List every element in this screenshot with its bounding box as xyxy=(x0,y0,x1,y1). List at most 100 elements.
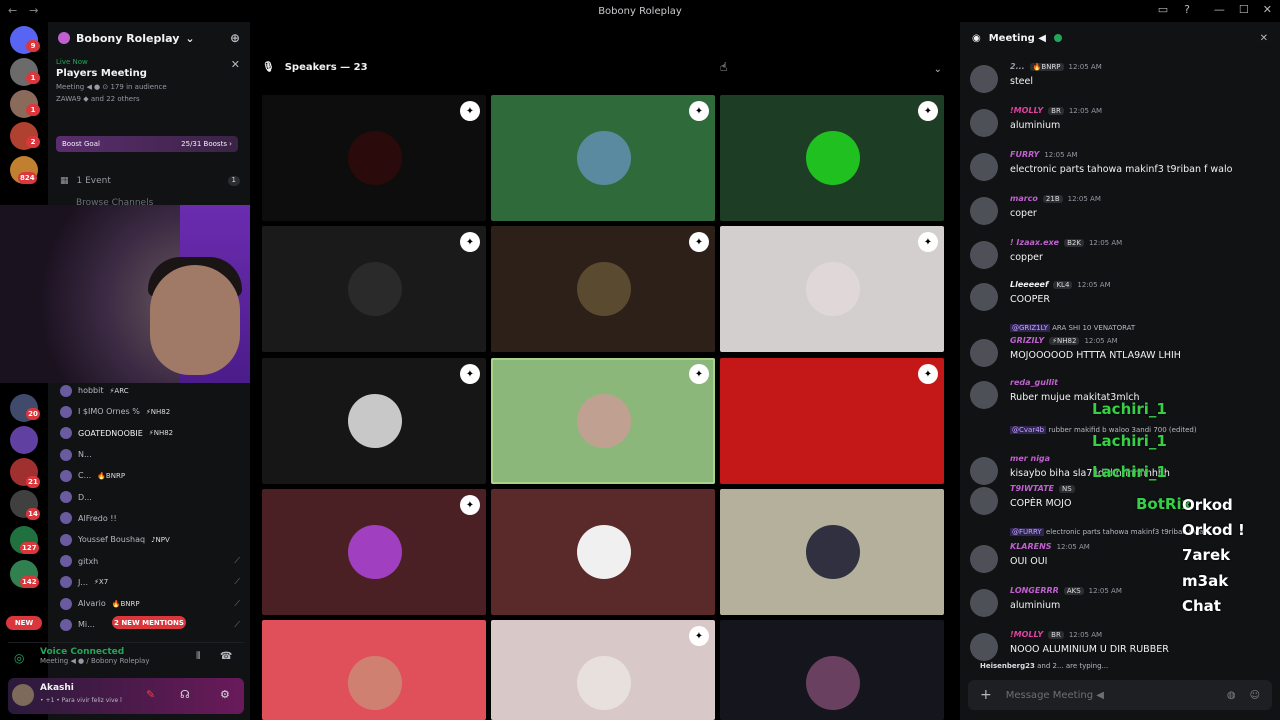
avatar[interactable] xyxy=(970,633,998,661)
author-name[interactable]: LONGERRR xyxy=(1010,586,1059,595)
author-name[interactable]: 2... xyxy=(1010,62,1025,71)
avatar[interactable] xyxy=(970,381,998,409)
member-row[interactable]: I $IMO Ornes % ⚡NH82 xyxy=(60,401,240,422)
speaker-tile[interactable] xyxy=(491,489,715,615)
history-nav: ← → xyxy=(8,4,38,17)
emoji-icon[interactable]: ☺ xyxy=(1250,690,1260,701)
author-name[interactable]: FURRY xyxy=(1010,150,1039,159)
author-name[interactable]: !MOLLY xyxy=(1010,106,1043,115)
member-row[interactable]: Alvario 🔥BNRP ⟋ xyxy=(60,593,240,614)
member-row[interactable]: hobbit ⚡ARC xyxy=(60,380,240,401)
author-name[interactable]: Lleeeeef xyxy=(1010,280,1048,289)
server-header[interactable]: Bobony Roleplay ⌄ ⊕ xyxy=(48,22,250,54)
avatar xyxy=(577,131,631,185)
close-icon[interactable]: ✕ xyxy=(231,58,240,71)
mute-mic-icon[interactable]: ✎ xyxy=(146,688,155,701)
avatar[interactable] xyxy=(970,545,998,573)
stream-overlay-text: m3ak xyxy=(1182,572,1229,590)
server-tag: ⚡NH82 xyxy=(1049,336,1080,345)
minimize-button[interactable]: — xyxy=(1214,3,1225,16)
message-composer[interactable]: + Message Meeting ◀ ◍ ☺ xyxy=(968,680,1272,710)
speaker-tile[interactable]: ✦ xyxy=(491,95,715,221)
speaker-tile[interactable]: ✦ xyxy=(720,358,944,484)
avatar[interactable] xyxy=(970,153,998,181)
avatar[interactable] xyxy=(970,197,998,225)
author-name[interactable]: KLARENS xyxy=(1010,542,1052,551)
gif-icon[interactable]: ◍ xyxy=(1227,690,1236,701)
headphones-icon[interactable]: ☊ xyxy=(180,688,190,701)
author-name[interactable]: marco xyxy=(1010,194,1038,203)
author-name[interactable]: mer niga xyxy=(1010,454,1050,463)
speaker-tile[interactable]: ✦ xyxy=(491,358,715,484)
speaker-tile[interactable]: ✦ xyxy=(720,226,944,352)
new-mentions-pill[interactable]: 2 NEW MENTIONS xyxy=(112,616,186,629)
title-bar: ← → Bobony Roleplay ▭ ? — ☐ ✕ xyxy=(0,0,1280,22)
speaker-tile[interactable] xyxy=(262,620,486,720)
member-row[interactable]: N... xyxy=(60,444,240,465)
member-row[interactable]: Youssef Boushaq ♪NPV xyxy=(60,529,240,550)
chevron-down-icon[interactable]: ⌄ xyxy=(934,64,942,75)
member-row[interactable]: AlFredo !! xyxy=(60,508,240,529)
server-tag: BR xyxy=(1048,106,1064,115)
settings-gear-icon[interactable]: ⚙ xyxy=(220,688,230,701)
stream-overlay-text: Lachiri_1 xyxy=(1092,463,1167,481)
boost-goal-bar[interactable]: Boost Goal 25/31 Boosts › xyxy=(56,136,238,152)
author-name[interactable]: T9IWTATE xyxy=(1010,484,1054,493)
noise-suppression-icon[interactable]: ⦀ xyxy=(196,651,200,662)
inbox-icon[interactable]: ▭ xyxy=(1158,3,1168,16)
live-stage-card[interactable]: Live Now Players Meeting Meeting ◀ ● ⊙ 1… xyxy=(56,58,244,122)
member-row[interactable]: gitxh ⟋ xyxy=(60,550,240,571)
muted-icon: ⟋ xyxy=(234,598,240,608)
forward-arrow-icon[interactable]: → xyxy=(29,4,38,17)
avatar[interactable] xyxy=(970,283,998,311)
member-row[interactable]: J... ⚡X7 ⟋ xyxy=(60,572,240,593)
server-tag: NS xyxy=(1059,484,1075,493)
speaker-tile[interactable]: ✦ xyxy=(262,358,486,484)
close-icon[interactable]: ✕ xyxy=(1260,33,1268,44)
speaker-tile[interactable]: ✦ xyxy=(262,226,486,352)
avatar[interactable] xyxy=(970,241,998,269)
member-tag: 🔥BNRP xyxy=(97,471,126,480)
avatar[interactable] xyxy=(12,684,34,706)
speaker-tile[interactable] xyxy=(720,620,944,720)
new-unreads-pill[interactable]: NEW xyxy=(6,616,42,630)
speaker-tile[interactable]: ✦ xyxy=(262,95,486,221)
add-member-icon[interactable]: ⊕ xyxy=(230,31,240,45)
avatar[interactable] xyxy=(970,65,998,93)
author-name[interactable]: reda_gullit xyxy=(1010,378,1058,387)
message-input[interactable]: Message Meeting ◀ xyxy=(1006,690,1104,701)
voice-status[interactable]: Voice Connected xyxy=(40,647,244,657)
member-row[interactable]: GOATEDNOOBIE ⚡NH82 xyxy=(60,423,240,444)
disconnect-icon[interactable]: ☎ xyxy=(220,651,232,662)
avatar[interactable] xyxy=(970,487,998,515)
avatar xyxy=(60,533,72,546)
attach-plus-icon[interactable]: + xyxy=(980,687,992,703)
back-arrow-icon[interactable]: ← xyxy=(8,4,17,17)
speaker-tile[interactable]: ✦ xyxy=(491,226,715,352)
speaker-tile[interactable]: ✦ xyxy=(262,489,486,615)
voice-channel[interactable]: Meeting ◀ ● / Bobony Roleplay xyxy=(40,657,244,665)
member-row[interactable]: C... 🔥BNRP xyxy=(60,465,240,486)
stage-title: Players Meeting xyxy=(56,68,147,79)
reply-preview[interactable]: @GRIZ1LY ARA SHI 10 VENATORAT xyxy=(1010,324,1135,332)
maximize-button[interactable]: ☐ xyxy=(1239,3,1249,16)
message-meta: KLARENS 12:05 AM xyxy=(1010,542,1090,551)
author-name[interactable]: !MOLLY xyxy=(1010,630,1043,639)
author-name[interactable]: GRIZILY xyxy=(1010,336,1044,345)
avatar[interactable] xyxy=(970,109,998,137)
avatar[interactable] xyxy=(970,339,998,367)
reply-preview[interactable]: @FURRY electronic parts tahowa makinf3 t… xyxy=(1010,528,1210,536)
server-badge: 142 xyxy=(20,576,39,588)
speaker-tile[interactable]: ✦ xyxy=(720,95,944,221)
events-row[interactable]: ▦ 1 Event 1 xyxy=(60,176,240,186)
signal-icon[interactable]: ◎ xyxy=(14,651,24,665)
author-name[interactable]: ! Izaax.exe xyxy=(1010,238,1059,247)
close-window-button[interactable]: ✕ xyxy=(1263,3,1272,16)
avatar[interactable] xyxy=(970,589,998,617)
speaker-tile[interactable] xyxy=(720,489,944,615)
speaker-tile[interactable]: ✦ xyxy=(491,620,715,720)
server-icon[interactable] xyxy=(10,426,38,454)
avatar[interactable] xyxy=(970,457,998,485)
help-icon[interactable]: ? xyxy=(1184,3,1190,16)
member-row[interactable]: D... xyxy=(60,486,240,507)
